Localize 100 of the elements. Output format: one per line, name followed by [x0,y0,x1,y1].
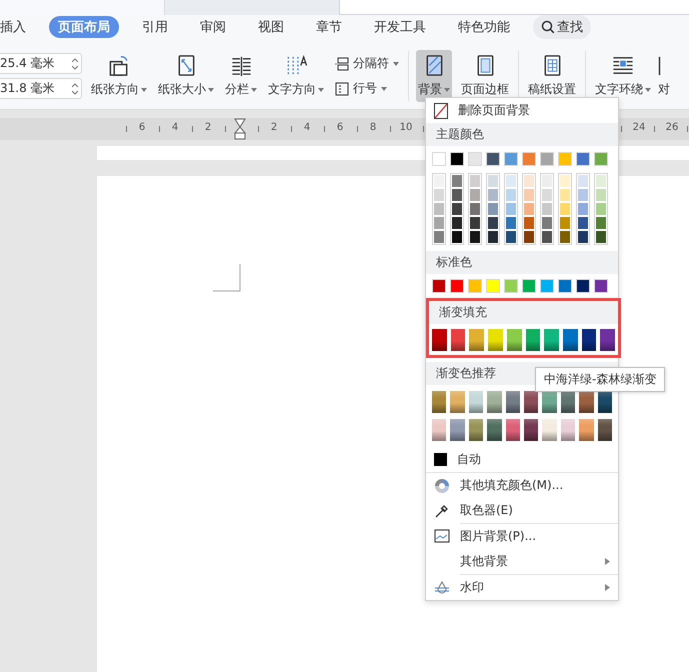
gradient-swatch[interactable] [432,329,447,351]
gradient-swatch[interactable] [524,391,538,413]
section-header: 标准色 [426,251,618,274]
color-swatch[interactable] [576,279,590,293]
gradient-swatch[interactable] [579,391,594,413]
gradient-swatch[interactable] [468,419,484,441]
color-swatch[interactable] [558,279,572,293]
gradient-swatch[interactable] [560,391,576,413]
gradient-swatch[interactable] [506,391,520,413]
gradient-swatch[interactable] [560,419,576,441]
gradient-swatch[interactable] [542,391,557,413]
menu-item[interactable]: 其他填充颜色(M)... [426,473,618,498]
color-swatch[interactable] [432,279,446,293]
ribbon-button[interactable]: 纸张大小 [156,50,216,102]
ruler-number: 6 [336,122,344,133]
ruler-number: 2 [204,122,212,133]
ruler-number: 8 [370,122,376,133]
ribbon-tab[interactable]: 引用 [133,16,177,38]
ruler-number: 2 [270,122,278,133]
color-swatch[interactable] [594,152,608,166]
color-swatch[interactable] [540,152,554,166]
gradient-swatch[interactable] [598,419,612,441]
color-swatch[interactable] [468,279,482,293]
ribbon-tab[interactable]: 开发工具 [365,16,435,38]
margin-field[interactable]: 25.4 毫米 [0,53,82,74]
ribbon-tab[interactable]: 审阅 [191,16,235,38]
menu-item[interactable]: 图片背景(P)... [426,524,618,549]
gradient-swatch[interactable] [468,391,484,413]
color-swatch[interactable] [522,279,536,293]
section-header: 主题颜色 [426,123,618,146]
ribbon-button[interactable]: 文字方向 [266,50,326,102]
tooltip: 中海洋绿-森林绿渐变 [535,367,666,392]
search-icon [541,20,555,34]
ribbon-tab[interactable]: 插入 [0,16,35,38]
color-swatch[interactable] [468,152,482,166]
gradient-swatch[interactable] [598,391,612,413]
gradient-swatch[interactable] [544,329,559,351]
color-swatch[interactable] [504,152,518,166]
color-swatch[interactable] [540,279,554,293]
gradient-swatch[interactable] [432,419,446,441]
submenu-arrow-icon [605,584,610,591]
gradient-swatch[interactable] [469,329,484,351]
text-wrap-icon [611,54,635,77]
section-header: 渐变填充 [429,301,618,324]
spinner-icon [72,82,78,94]
color-swatch[interactable] [594,279,608,293]
margin-field[interactable]: 31.8 毫米 [0,78,82,99]
color-swatch[interactable] [522,152,536,166]
ruler-number: 10 [400,122,412,133]
eyedropper-icon [434,502,450,518]
ruler-number: 24 [632,122,646,133]
ribbon-button[interactable]: 对 [658,50,670,102]
ruler-number: 4 [172,122,178,133]
square-icon [434,453,447,466]
ribbon-tab[interactable]: 章节 [307,16,351,38]
ribbon-button[interactable]: 行号 [333,79,401,98]
gradient-swatch[interactable] [506,329,522,351]
watermark-icon [434,580,450,596]
color-swatch[interactable] [486,279,500,293]
no-fill-icon [434,102,448,118]
color-swatch[interactable] [504,279,518,293]
ruler-number: 26 [666,122,678,133]
indent-marker[interactable] [234,118,246,140]
color-wheel-icon [434,478,450,494]
menu-item[interactable]: 取色器(E) [426,498,618,523]
color-swatch[interactable] [576,152,590,166]
color-swatch[interactable] [450,279,464,293]
corner-mark [213,264,241,292]
search-button[interactable]: 查找 [533,15,591,39]
ribbon-tab[interactable]: 特色功能 [449,16,519,38]
gradient-swatch[interactable] [562,329,578,351]
gradient-swatch[interactable] [432,391,446,413]
color-swatch[interactable] [486,152,500,166]
gradient-swatch[interactable] [450,419,465,441]
menu-item[interactable]: 其他背景 [426,549,618,574]
gradient-swatch[interactable] [487,391,502,413]
menu-item[interactable]: 自动 [426,447,618,472]
ribbon-button[interactable]: 分栏 [223,50,259,102]
gradient-swatch[interactable] [450,329,466,351]
gradient-swatch[interactable] [487,419,502,441]
color-swatch[interactable] [450,152,464,166]
gradient-swatch[interactable] [582,329,596,351]
gradient-swatch[interactable] [579,419,594,441]
gradient-swatch[interactable] [524,419,538,441]
picture-icon [434,528,450,542]
gradient-swatch[interactable] [526,329,540,351]
ribbon-button[interactable]: 背景 [416,50,452,102]
gradient-swatch[interactable] [600,329,616,351]
gradient-swatch[interactable] [506,419,520,441]
gradient-swatch[interactable] [542,419,557,441]
menu-item[interactable]: 水印 [426,575,618,600]
ruler-number: 4 [304,122,310,133]
color-swatch[interactable] [432,152,446,166]
gradient-swatch[interactable] [450,391,465,413]
ribbon-button[interactable]: 纸张方向 [89,50,149,102]
ruler-number: 6 [138,122,146,133]
ribbon-button[interactable]: 分隔符 [333,54,401,73]
gradient-swatch[interactable] [488,329,503,351]
ribbon-tab[interactable]: 视图 [249,16,293,38]
color-swatch[interactable] [558,152,572,166]
